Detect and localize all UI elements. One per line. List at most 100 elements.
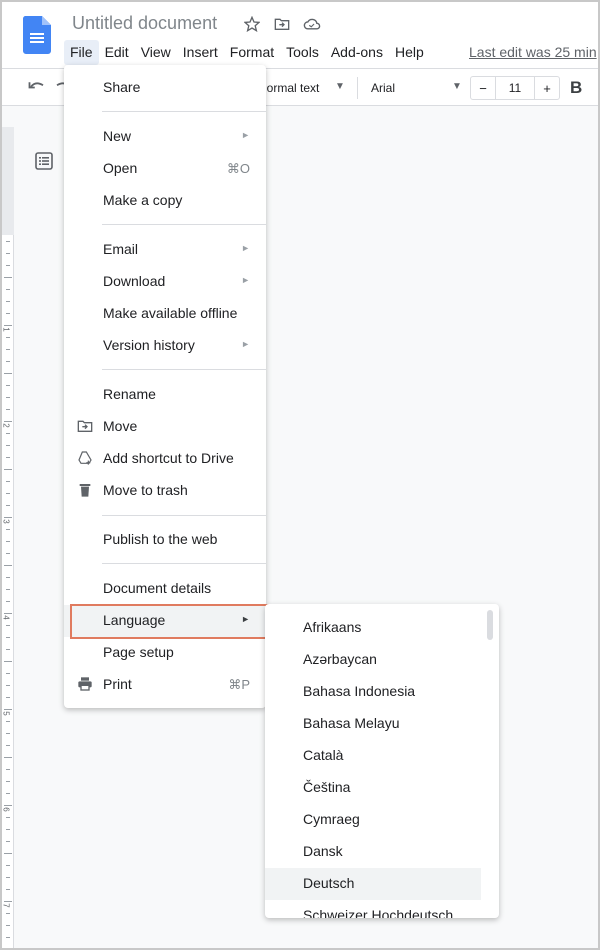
ruler-margin (2, 127, 14, 235)
ruler-tick (6, 877, 10, 878)
menu-item-download[interactable]: Download ► (64, 266, 266, 298)
folder-move-icon (77, 418, 95, 436)
ruler-number: 7 (2, 903, 11, 908)
bold-button[interactable]: B (570, 78, 582, 98)
font-size-input[interactable]: 11 (495, 77, 535, 99)
caret-down-icon[interactable]: ▼ (335, 81, 345, 92)
ruler-tick (6, 889, 10, 890)
ruler-tick (4, 565, 12, 566)
ruler-tick (4, 709, 12, 710)
menu-item-print[interactable]: Print ⌘P (64, 669, 266, 701)
undo-icon[interactable] (28, 79, 46, 98)
document-outline-icon[interactable] (35, 152, 53, 175)
language-option[interactable]: Deutsch (265, 868, 481, 900)
menu-divider (102, 111, 266, 112)
ruler-tick (4, 517, 12, 518)
menu-item-share[interactable]: Share (64, 72, 266, 104)
ruler-number: 2 (2, 423, 11, 428)
submenu-arrow-icon: ► (241, 243, 250, 253)
star-icon[interactable] (242, 14, 262, 34)
menu-item-rename[interactable]: Rename (64, 379, 266, 411)
cloud-saved-icon[interactable] (302, 14, 322, 34)
language-option[interactable]: Azərbaycan (265, 644, 481, 676)
ruler-tick (6, 481, 10, 482)
menu-format[interactable]: Format (224, 40, 280, 65)
menu-item-email[interactable]: Email ► (64, 234, 266, 266)
menu-item-version-history[interactable]: Version history ► (64, 330, 266, 362)
ruler-tick (6, 349, 10, 350)
language-highlight-annotation (70, 604, 269, 639)
menu-help[interactable]: Help (389, 40, 430, 65)
ruler-tick (6, 937, 10, 938)
menu-view[interactable]: View (135, 40, 177, 65)
ruler-tick (6, 637, 10, 638)
docs-logo-icon[interactable] (23, 16, 51, 54)
menu-item-move[interactable]: Move (64, 411, 266, 443)
decrease-font-size-button[interactable]: − (471, 77, 495, 99)
ruler-tick (6, 781, 10, 782)
menubar: File Edit View Insert Format Tools Add-o… (64, 40, 430, 65)
language-option[interactable]: Bahasa Melayu (265, 708, 481, 740)
menu-item-publish-to-the-web[interactable]: Publish to the web (64, 524, 266, 556)
ruler-tick (6, 529, 10, 530)
menu-edit[interactable]: Edit (99, 40, 135, 65)
increase-font-size-button[interactable]: + (535, 77, 559, 99)
menu-item-move-to-trash[interactable]: Move to trash (64, 475, 266, 507)
ruler-tick (6, 865, 10, 866)
ruler-tick (6, 817, 10, 818)
font-size-stepper: − 11 + (470, 76, 560, 100)
menu-item-add-shortcut-to-drive[interactable]: Add shortcut to Drive (64, 443, 266, 475)
font-dropdown[interactable]: Arial (371, 81, 395, 95)
menu-item-new[interactable]: New ► (64, 121, 266, 153)
ruler-tick (6, 445, 10, 446)
menu-insert[interactable]: Insert (177, 40, 224, 65)
ruler-tick (6, 745, 10, 746)
document-title[interactable]: Untitled document (72, 13, 217, 34)
language-option[interactable]: Schweizer Hochdeutsch (265, 900, 481, 918)
menu-tools[interactable]: Tools (280, 40, 325, 65)
ruler-number: 3 (2, 519, 11, 524)
ruler-tick (6, 925, 10, 926)
ruler-tick (6, 457, 10, 458)
language-option[interactable]: Dansk (265, 836, 481, 868)
menu-item-make-available-offline[interactable]: Make available offline (64, 298, 266, 330)
ruler-tick (6, 337, 10, 338)
language-option[interactable]: Bahasa Indonesia (265, 676, 481, 708)
ruler-number: 1 (2, 327, 11, 332)
ruler-tick (6, 733, 10, 734)
ruler-tick (6, 301, 10, 302)
menu-item-document-details[interactable]: Document details (64, 573, 266, 605)
paragraph-style-dropdown[interactable]: Normal text (258, 81, 319, 95)
ruler-tick (6, 697, 10, 698)
menu-file[interactable]: File (64, 40, 99, 65)
language-submenu: Afrikaans Azərbaycan Bahasa Indonesia Ba… (265, 604, 499, 918)
move-folder-icon[interactable] (272, 14, 292, 34)
menu-item-page-setup[interactable]: Page setup (64, 637, 266, 669)
ruler-tick (6, 769, 10, 770)
submenu-scrollbar[interactable] (487, 610, 493, 640)
print-icon (77, 676, 95, 694)
language-option[interactable]: Cymraeg (265, 804, 481, 836)
ruler-number: 4 (2, 615, 11, 620)
ruler-tick (4, 757, 12, 758)
ruler-tick (6, 289, 10, 290)
ruler-tick (6, 625, 10, 626)
language-option[interactable]: Afrikaans (265, 612, 481, 644)
caret-down-icon[interactable]: ▼ (452, 81, 462, 92)
language-option[interactable]: Català (265, 740, 481, 772)
menu-item-make-a-copy[interactable]: Make a copy (64, 185, 266, 217)
language-option[interactable]: Čeština (265, 772, 481, 804)
ruler-number: 5 (2, 711, 11, 716)
ruler-tick (4, 805, 12, 806)
last-edit-link[interactable]: Last edit was 25 min (469, 44, 597, 60)
ruler-tick (6, 589, 10, 590)
menu-divider (102, 563, 266, 564)
menu-addons[interactable]: Add-ons (325, 40, 389, 65)
menu-item-open[interactable]: Open ⌘O (64, 153, 266, 185)
ruler-tick (4, 325, 12, 326)
ruler-tick (6, 913, 10, 914)
ruler-tick (4, 277, 12, 278)
ruler-tick (6, 685, 10, 686)
ruler-tick (6, 241, 10, 242)
ruler-tick (6, 493, 10, 494)
